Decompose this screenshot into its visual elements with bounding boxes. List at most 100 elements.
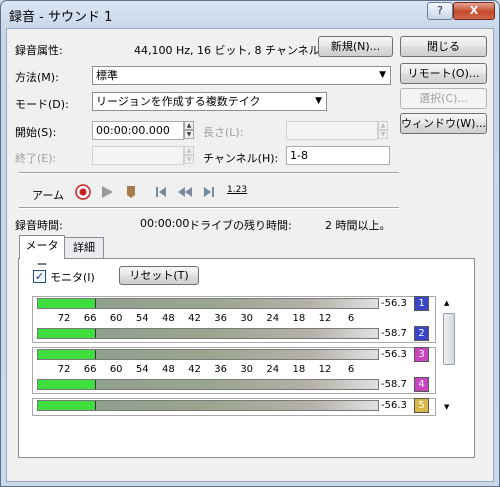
start-stepper[interactable]: ▲ ▼ — [184, 121, 194, 140]
reset-button[interactable]: リセット(T) — [119, 266, 199, 285]
scale-tick-label: 42 — [188, 364, 201, 375]
scale-tick-label: 24 — [266, 364, 280, 375]
method-dropdown[interactable]: 標準 ▼ — [92, 66, 391, 85]
spin-down-icon[interactable]: ▼ — [184, 155, 194, 164]
level-meter-2 — [37, 328, 379, 339]
scale-tick-label: 30 — [240, 364, 254, 375]
channel-label: チャンネル(H): — [203, 152, 279, 165]
tab-meters[interactable]: メーター — [19, 235, 65, 271]
mode-label: モード(D): — [15, 98, 69, 111]
separator — [19, 172, 399, 174]
scale-tick-label: 54 — [135, 313, 149, 324]
scale-tick-label: 60 — [109, 364, 123, 375]
scale-tick-label: 36 — [214, 313, 227, 324]
scale-tick-label: 18 — [292, 313, 306, 324]
record-time-value: 00:00:00 — [140, 217, 190, 230]
end-field[interactable] — [92, 146, 184, 165]
tab-details[interactable]: 詳細 — [64, 237, 104, 258]
peak-value-2: -58.7 — [381, 328, 407, 339]
chevron-down-icon: ▼ — [379, 70, 386, 80]
level-meter-5 — [37, 400, 379, 411]
meter-fill — [38, 299, 96, 308]
spin-down-icon[interactable]: ▼ — [378, 130, 388, 139]
play-icon[interactable] — [99, 184, 115, 203]
recording-dialog: 録音 - サウンド 1 ? X 録音属性: 44,100 Hz, 16 ビット,… — [0, 0, 500, 487]
peak-value-1: -56.3 — [381, 298, 407, 309]
help-button[interactable]: ? — [427, 2, 453, 20]
spin-up-icon[interactable]: ▲ — [184, 146, 194, 155]
drive-remaining-label: ドライブの残り時間: — [189, 219, 292, 232]
close-window-button[interactable]: X — [453, 2, 495, 20]
monitor-label: モニタ(I) — [50, 271, 95, 284]
close-button[interactable]: 閉じる — [400, 36, 487, 57]
channel-button-4[interactable]: 4 — [414, 377, 429, 392]
new-button[interactable]: 新規(N)... — [318, 36, 393, 57]
scale-tick-label: 66 — [83, 313, 97, 324]
mode-dropdown[interactable]: リージョンを作成する複数テイク ▼ — [92, 92, 327, 111]
record-icon[interactable] — [75, 184, 91, 203]
go-to-end-icon[interactable] — [201, 184, 217, 203]
channel-button-3[interactable]: 3 — [414, 347, 429, 362]
scale-tick-label: 30 — [240, 313, 254, 324]
meter-scrollbar[interactable]: ▲ ▼ — [441, 299, 457, 452]
mode-value: リージョンを作成する複数テイク — [96, 95, 261, 108]
meters-panel: ✓ モニタ(I) リセット(T) -56.3 1 72 66 60 54 48 42 36 3… — [18, 258, 475, 458]
arm-label: アーム — [32, 189, 65, 202]
scale-tick-label: 24 — [266, 313, 280, 324]
scrollbar-thumb[interactable] — [443, 313, 455, 365]
separator — [19, 207, 399, 209]
remote-button[interactable]: リモート(O)... — [400, 63, 487, 84]
length-stepper[interactable]: ▲ ▼ — [378, 121, 388, 140]
length-field[interactable] — [286, 121, 378, 140]
start-label: 開始(S): — [15, 126, 57, 139]
scale-tick-label: 48 — [162, 364, 175, 375]
spin-up-icon[interactable]: ▲ — [184, 121, 194, 130]
scale-tick-label: 42 — [188, 313, 201, 324]
channel-button-5[interactable]: 5 — [414, 398, 429, 413]
marker-icon[interactable] — [123, 184, 139, 203]
select-button[interactable]: 選択(C)... — [400, 88, 487, 109]
window-title: 録音 - サウンド 1 — [9, 10, 113, 25]
window-button[interactable]: ウィンドウ(W)... — [400, 113, 487, 134]
go-to-start-icon[interactable] — [153, 184, 169, 203]
peak-value-5: -56.3 — [381, 400, 407, 411]
level-meter-1 — [37, 298, 379, 309]
scroll-up-icon[interactable]: ▲ — [444, 299, 449, 307]
meter-fill — [38, 329, 96, 338]
meter-fill — [38, 401, 96, 410]
end-label: 終了(E): — [15, 152, 57, 165]
spin-up-icon[interactable]: ▲ — [378, 121, 388, 130]
counter-icon[interactable]: 1.23 — [227, 185, 247, 195]
db-scale: 72 66 60 54 48 42 36 30 24 18 12 6 — [44, 312, 380, 327]
meter-fill — [38, 380, 96, 389]
channel-button-2[interactable]: 2 — [414, 326, 429, 341]
rewind-icon[interactable] — [177, 184, 193, 203]
peak-value-4: -58.7 — [381, 379, 407, 390]
db-scale: 72 66 60 54 48 42 36 30 24 18 12 6 — [44, 363, 380, 378]
scale-tick-label: 36 — [214, 364, 227, 375]
channel-button-1[interactable]: 1 — [414, 296, 429, 311]
scale-tick-label: 60 — [109, 313, 123, 324]
scale-tick-label: 66 — [83, 364, 97, 375]
record-time-label: 録音時間: — [15, 219, 63, 232]
scroll-down-icon[interactable]: ▼ — [444, 403, 449, 411]
channel-field[interactable]: 1-8 — [286, 146, 390, 165]
method-value: 標準 — [96, 69, 118, 82]
length-label: 長さ(L): — [203, 126, 244, 139]
scale-tick-label: 12 — [318, 364, 332, 375]
scale-tick-label: 54 — [135, 364, 149, 375]
end-stepper[interactable]: ▲ ▼ — [184, 146, 194, 165]
scale-tick-label: 12 — [318, 313, 332, 324]
scale-tick-label: 72 — [57, 313, 71, 324]
scale-tick-label: 6 — [347, 313, 355, 324]
spin-down-icon[interactable]: ▼ — [184, 130, 194, 139]
title-bar: 録音 - サウンド 1 ? X — [1, 1, 499, 29]
format-value: 44,100 Hz, 16 ビット, 8 チャンネル — [134, 44, 320, 57]
chevron-down-icon: ▼ — [315, 96, 322, 106]
peak-value-3: -56.3 — [381, 349, 407, 360]
meter-area: -56.3 1 72 66 60 54 48 42 36 30 24 18 12 6 -58.7 2 … — [32, 296, 456, 453]
meter-fill — [38, 350, 96, 359]
scale-tick-label: 6 — [347, 364, 355, 375]
start-field[interactable]: 00:00:00.000 — [92, 121, 184, 140]
dialog-client-area: 録音属性: 44,100 Hz, 16 ビット, 8 チャンネル 新規(N)..… — [6, 28, 494, 482]
